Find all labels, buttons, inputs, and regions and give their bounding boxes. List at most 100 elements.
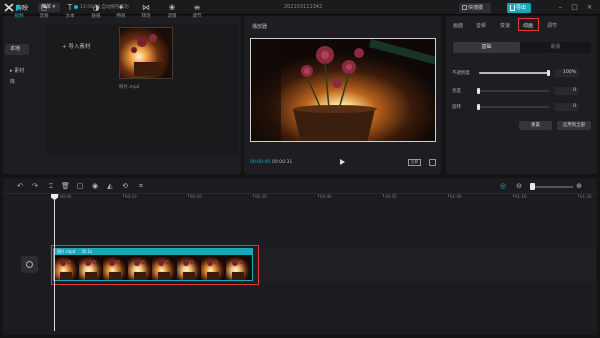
flower-photo-icon	[120, 28, 172, 78]
subtab-mask[interactable]: 蒙版	[521, 42, 590, 53]
export-button[interactable]: 导出	[507, 3, 531, 13]
ruler-tick-label: 00:10	[125, 194, 137, 199]
project-title: 202103111342	[284, 4, 323, 10]
import-label: 导入素材	[68, 44, 91, 50]
freeze-icon[interactable]: ▢	[76, 182, 84, 190]
fullscreen-icon[interactable]	[429, 159, 436, 166]
tool-text[interactable]: T 文本	[59, 2, 81, 22]
video-icon: ▶	[15, 3, 23, 12]
tab-audio[interactable]: 音频	[476, 22, 486, 29]
opacity-fill	[479, 72, 549, 74]
crop-icon[interactable]: ⌗	[137, 182, 145, 190]
tool-label: 滤镜	[167, 14, 177, 19]
sticker-icon: ◑	[92, 3, 100, 12]
rotation-label: 旋转	[452, 105, 461, 110]
thumbnail-name: 照片.mp4	[119, 85, 140, 90]
animation-tab-highlight	[518, 18, 539, 31]
rotation-knob[interactable]	[477, 104, 480, 110]
tool-sticker[interactable]: ◑ 贴纸	[85, 2, 107, 22]
ruler-tick	[318, 194, 319, 197]
tool-label: 音频	[39, 14, 49, 19]
current-time: 00:00:00	[250, 160, 271, 165]
maximize-icon[interactable]: □	[570, 3, 579, 12]
opacity-knob[interactable]	[547, 70, 550, 76]
ruler-tick	[123, 194, 124, 197]
ruler-tick-label: 00:20	[190, 194, 202, 199]
subtab-basic[interactable]: 基础	[453, 42, 520, 53]
ruler-tick-label: 00:30	[255, 194, 267, 199]
inspector-panel	[446, 16, 597, 174]
redo-icon[interactable]: ↷	[31, 182, 39, 190]
record-icon[interactable]: ◉	[91, 182, 99, 190]
import-button[interactable]: + 导入素材	[62, 42, 90, 50]
shortcut-button[interactable]: 快捷键	[459, 3, 491, 13]
opacity-label: 不透明度	[452, 71, 470, 76]
effect-icon: ✦	[117, 3, 125, 12]
tool-adjust[interactable]: ≡ 调节	[186, 2, 208, 22]
ruler-tick	[188, 194, 189, 197]
tool-audio[interactable]: ◔ 音频	[33, 2, 55, 22]
adjust-icon: ≡	[193, 3, 201, 12]
tool-label: 特效	[116, 14, 126, 19]
undo-icon[interactable]: ↶	[16, 182, 24, 190]
reset-button[interactable]: 重置	[519, 121, 552, 130]
tool-transition[interactable]: ⋈ 转场	[135, 2, 157, 22]
ruler-tick	[253, 194, 254, 197]
clip-highlight	[51, 245, 259, 285]
play-icon[interactable]	[340, 159, 345, 165]
ratio-button[interactable]: 比例	[408, 159, 421, 166]
zoom-in-icon[interactable]: ⊕	[575, 182, 583, 190]
tab-adjust[interactable]: 调节	[547, 22, 557, 29]
tool-video[interactable]: ▶ 视频	[8, 2, 30, 22]
ruler-tick-label: 00:50	[385, 194, 397, 199]
rotation-slider[interactable]	[479, 106, 549, 108]
ruler-tick	[383, 194, 384, 197]
minimize-icon[interactable]: –	[556, 3, 565, 12]
ruler-tick-label: 01:10	[515, 194, 527, 199]
video-preview[interactable]	[250, 38, 436, 142]
zoom-slider[interactable]	[533, 186, 573, 188]
text-icon: T	[67, 3, 73, 12]
rotation-value[interactable]: 0	[555, 103, 579, 111]
ruler-tick-label: 01:20	[580, 194, 592, 199]
filter-icon: ❀	[168, 3, 176, 12]
close-icon[interactable]: ×	[585, 3, 594, 12]
zoom-out-icon[interactable]: ⊖	[515, 182, 523, 190]
delete-icon[interactable]: 🗑	[61, 182, 70, 190]
brightness-slider[interactable]	[479, 90, 549, 92]
ruler-tick	[578, 194, 579, 197]
player-title: 播放器	[252, 24, 268, 30]
total-time: 00:00:31	[272, 160, 293, 165]
cover-button[interactable]	[21, 256, 38, 273]
ruler-tick	[513, 194, 514, 197]
cover-icon	[26, 261, 33, 268]
snap-icon[interactable]: ◎	[499, 182, 507, 190]
brightness-value[interactable]: 0	[555, 87, 579, 95]
zoom-knob[interactable]	[530, 183, 535, 190]
opacity-value[interactable]: 100%	[555, 69, 579, 77]
tool-filter[interactable]: ❀ 滤镜	[161, 2, 183, 22]
tool-label: 调节	[192, 14, 202, 19]
rotate-icon[interactable]: ⟲	[121, 182, 129, 190]
transition-icon: ⋈	[142, 3, 150, 12]
brightness-label: 亮度	[452, 89, 461, 94]
media-thumbnail[interactable]	[119, 27, 173, 79]
playhead[interactable]	[54, 194, 55, 331]
brightness-knob[interactable]	[477, 88, 480, 94]
tool-label: 贴纸	[91, 14, 101, 19]
tab-picture[interactable]: 画面	[453, 22, 463, 29]
ruler-tick-label: 00:40	[320, 194, 332, 199]
shortcut-label: 快捷键	[468, 5, 484, 11]
export-icon	[510, 5, 515, 11]
tool-label: 视频	[14, 14, 24, 19]
apply-all-button[interactable]: 应用到全部	[557, 121, 591, 130]
tab-speed[interactable]: 变速	[500, 22, 510, 29]
split-icon[interactable]: ⌶	[47, 182, 55, 190]
mirror-icon[interactable]: ◭	[106, 182, 114, 190]
ruler-tick-label: 01:00	[450, 194, 462, 199]
tool-effect[interactable]: ✦ 特效	[110, 2, 132, 22]
side-local[interactable]: 本地	[5, 44, 29, 55]
tool-label: 文本	[65, 14, 75, 19]
side-library[interactable]: ▸ 素材库	[5, 66, 29, 85]
ruler-tick	[448, 194, 449, 197]
